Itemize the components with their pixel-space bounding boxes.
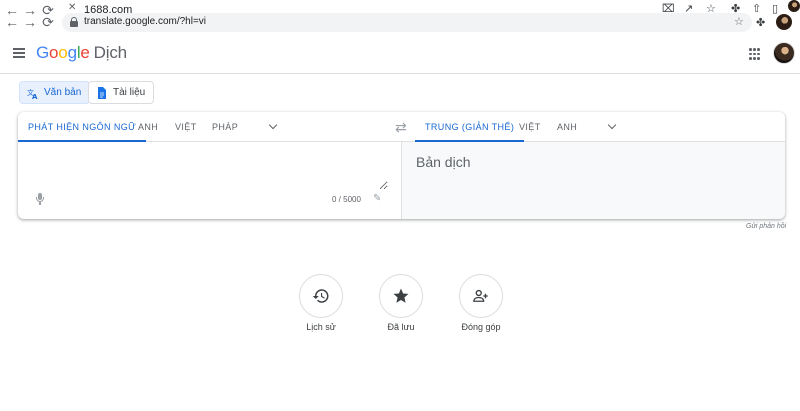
source-lang-detect[interactable]: Phát hiện ngôn ngữ <box>17 112 147 142</box>
address-bar[interactable]: translate.google.com/?hl=vi ☆ <box>62 13 752 32</box>
pin-icon[interactable]: ⇧ <box>752 2 761 15</box>
history-label: Lịch sử <box>306 322 336 332</box>
google-apps-icon[interactable] <box>749 48 761 60</box>
app-header: Google Dịch <box>0 34 800 74</box>
language-bar: Phát hiện ngôn ngữ Anh Việt Pháp ⇄ Trung… <box>17 112 785 142</box>
translation-output-panel: Bản dịch <box>402 142 785 219</box>
document-icon <box>96 86 108 99</box>
saved-button[interactable]: Đã lưu <box>379 274 423 332</box>
target-lang-vietnamese[interactable]: Việt <box>519 112 541 142</box>
back-arrow-icon[interactable]: ← <box>4 14 20 30</box>
document-mode-button[interactable]: Tài liệu <box>88 81 155 104</box>
google-translate-logo[interactable]: Google Dịch <box>36 43 127 63</box>
history-circle[interactable] <box>299 274 343 318</box>
history-icon <box>312 289 329 303</box>
forward-arrow-icon[interactable]: → <box>22 14 38 30</box>
logo-letter: o <box>58 43 68 62</box>
contribute-label: Đóng góp <box>461 322 501 332</box>
text-mode-label: Văn bản <box>44 87 82 98</box>
lock-icon[interactable] <box>70 17 78 27</box>
product-name: Dịch <box>93 43 127 62</box>
target-lang-more-icon[interactable] <box>608 122 616 130</box>
contribute-icon <box>473 289 488 302</box>
target-lang-english[interactable]: Anh <box>557 112 577 142</box>
target-lang-chinese-simplified[interactable]: Trung (Giản thể) <box>414 112 525 142</box>
sidepanel-icon[interactable]: ▯ <box>772 2 778 15</box>
extensions-icon[interactable]: ✤ <box>756 16 765 29</box>
source-lang-french[interactable]: Pháp <box>212 112 238 142</box>
logo-letter: G <box>36 43 50 62</box>
source-text-input[interactable] <box>28 150 388 190</box>
main-menu-icon[interactable] <box>13 48 25 58</box>
tab-close-icon[interactable]: ✕ <box>68 2 76 13</box>
logo-letter: g <box>67 43 77 62</box>
source-lang-vietnamese[interactable]: Việt <box>175 112 197 142</box>
logo-letter: e <box>80 43 90 62</box>
translate-card: Phát hiện ngôn ngữ Anh Việt Pháp ⇄ Trung… <box>17 112 785 219</box>
source-lang-more-icon[interactable] <box>269 122 277 130</box>
chrome-menu-icon[interactable]: ⋮ <box>795 14 800 28</box>
source-lang-english[interactable]: Anh <box>138 112 158 142</box>
history-button[interactable]: Lịch sử <box>299 274 343 332</box>
translation-placeholder: Bản dịch <box>416 154 471 170</box>
chrome-profile-avatar[interactable] <box>776 14 792 30</box>
url-text[interactable]: translate.google.com/?hl=vi <box>84 16 206 27</box>
text-mode-button[interactable]: 文A Văn bản <box>19 81 91 104</box>
bookmark-star-icon[interactable]: ☆ <box>734 15 744 28</box>
send-feedback-link[interactable]: Gửi phản hồi <box>746 223 786 230</box>
microphone-icon[interactable] <box>36 193 44 205</box>
swap-languages-icon[interactable]: ⇄ <box>395 119 407 136</box>
contribute-button[interactable]: Đóng góp <box>459 274 503 332</box>
star-icon <box>393 288 409 303</box>
chrome-profile-avatar-top[interactable] <box>788 0 800 12</box>
svg-text:A: A <box>32 93 38 99</box>
contribute-circle[interactable] <box>459 274 503 318</box>
account-avatar[interactable] <box>773 42 795 64</box>
handwriting-pencil-icon[interactable]: ✎ <box>373 193 381 204</box>
saved-circle[interactable] <box>379 274 423 318</box>
saved-label: Đã lưu <box>387 322 415 332</box>
character-count: 0 / 5000 <box>332 195 361 204</box>
reload-icon[interactable]: ⟳ <box>40 14 56 30</box>
document-mode-label: Tài liệu <box>113 87 146 98</box>
browser-chrome: ← → ⟳ ✕ 1688.com ⌧ ↗ ☆ ✤ ⇧ ▯ ← → ⟳ trans… <box>0 0 800 34</box>
translate-icon: 文A <box>27 87 39 99</box>
logo-letter: o <box>49 43 59 62</box>
